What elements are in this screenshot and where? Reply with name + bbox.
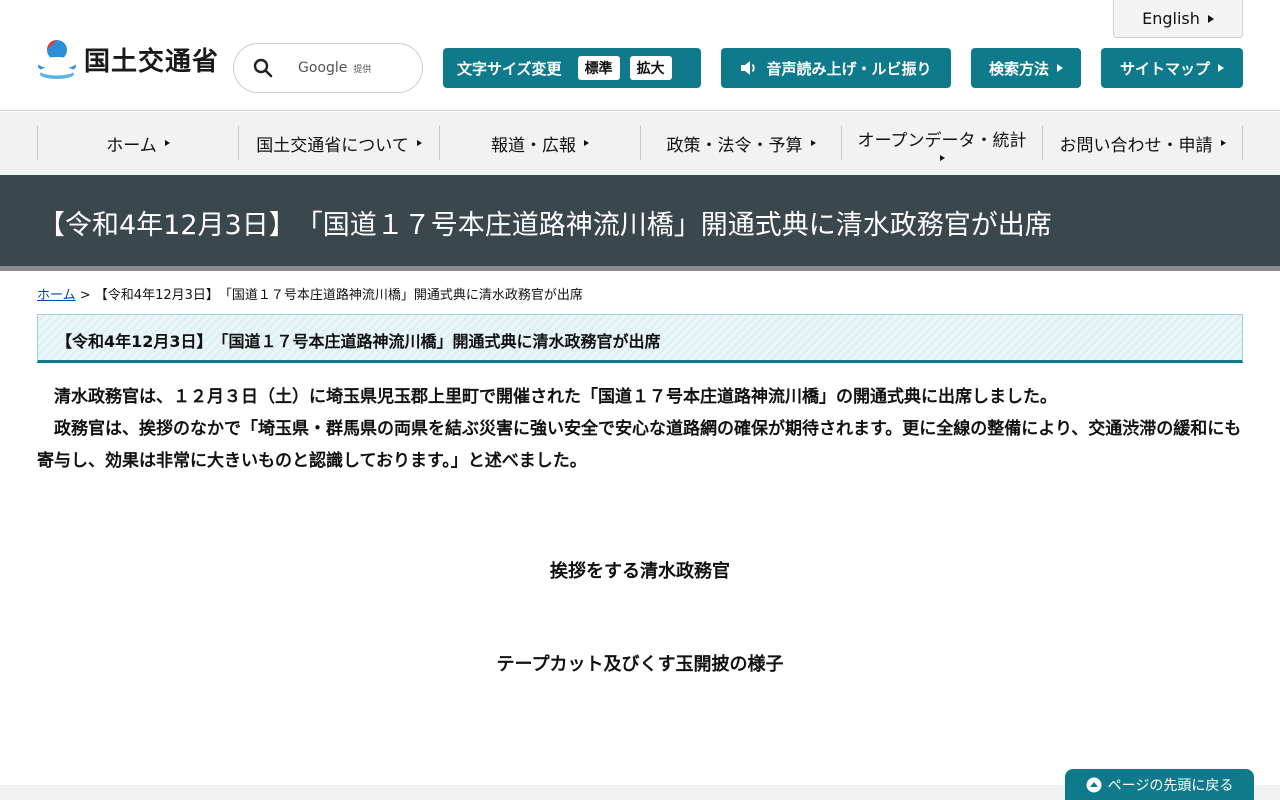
arrow-right-icon bbox=[416, 140, 422, 146]
search-icon[interactable] bbox=[252, 57, 274, 79]
nav-item-label: 報道・広報 bbox=[491, 135, 576, 156]
arrow-right-icon bbox=[1220, 140, 1226, 146]
nav-item-label: 政策・法令・予算 bbox=[666, 135, 803, 156]
article-paragraph: 清水政務官は、１２月３日（土）に埼玉県児玉郡上里町で開催された「国道１７号本庄道… bbox=[37, 387, 1057, 407]
article-body: 清水政務官は、１２月３日（土）に埼玉県児玉郡上里町で開催された「国道１７号本庄道… bbox=[37, 381, 1247, 477]
speaker-icon bbox=[741, 61, 756, 75]
article-paragraph: 政務官は、挨拶のなかで「埼玉県・群馬県の両県を結ぶ災害に強い安全で安心な道路網の… bbox=[37, 419, 1242, 471]
sitemap-label: サイトマップ bbox=[1119, 59, 1210, 78]
arrow-right-icon bbox=[1207, 14, 1214, 23]
font-size-standard-button[interactable]: 標準 bbox=[577, 56, 620, 80]
nav-item-open-data[interactable]: オープンデータ・統計 bbox=[841, 126, 1042, 161]
english-label: English bbox=[1142, 9, 1200, 28]
section-heading-box: 【令和4年12月3日】 「国道１７号本庄道路神流川橋」開通式典に清水政務官が出席 bbox=[37, 314, 1243, 363]
photo-caption: テープカット及びくす玉開披の様子 bbox=[496, 654, 784, 675]
arrow-right-icon bbox=[1057, 64, 1063, 72]
arrow-right-icon bbox=[584, 140, 589, 146]
breadcrumb: ホーム > 【令和4年12月3日】 「国道１７号本庄道路神流川橋」開通式典に清水… bbox=[37, 284, 583, 303]
breadcrumb-separator: > bbox=[75, 288, 95, 303]
logo-text: 国土交通省 bbox=[84, 46, 220, 77]
global-nav: ホーム 国土交通省について 報道・広報 政策・法令・予算 オープンデータ・統計 … bbox=[0, 112, 1280, 175]
font-size-enlarge-button[interactable]: 拡大 bbox=[629, 56, 672, 80]
speech-ruby-button[interactable]: 音声読み上げ・ルビ振り bbox=[721, 48, 951, 88]
section-heading: 【令和4年12月3日】 「国道１７号本庄道路神流川橋」開通式典に清水政務官が出席 bbox=[56, 332, 661, 351]
photo-caption: 挨拶をする清水政務官 bbox=[550, 561, 730, 582]
english-button[interactable]: English bbox=[1113, 0, 1243, 38]
site-logo[interactable]: 国土交通省 bbox=[36, 36, 219, 82]
nav-item-contact[interactable]: お問い合わせ・申請 bbox=[1042, 126, 1243, 160]
speech-ruby-label: 音声読み上げ・ルビ振り bbox=[766, 59, 932, 78]
nav-item-press[interactable]: 報道・広報 bbox=[439, 126, 640, 160]
search-method-button[interactable]: 検索方法 bbox=[971, 48, 1081, 88]
font-size-control: 文字サイズ変更 標準 拡大 bbox=[443, 48, 701, 88]
arrow-right-icon bbox=[810, 140, 816, 146]
search-provided-label: 提供 bbox=[353, 64, 372, 75]
breadcrumb-home-link[interactable]: ホーム bbox=[37, 288, 76, 303]
sitemap-button[interactable]: サイトマップ bbox=[1101, 48, 1243, 88]
nav-item-home[interactable]: ホーム bbox=[37, 126, 238, 160]
nav-item-policy[interactable]: 政策・法令・予算 bbox=[640, 126, 841, 160]
arrow-up-circle-icon bbox=[1086, 777, 1102, 792]
nav-item-label: お問い合わせ・申請 bbox=[1059, 135, 1213, 156]
mlit-logo-icon bbox=[38, 40, 76, 79]
back-to-top-label: ページの先頭に戻る bbox=[1107, 777, 1234, 794]
nav-item-label: オープンデータ・統計 bbox=[857, 130, 1027, 151]
search-box[interactable]: Google 提供 bbox=[233, 43, 423, 93]
nav-item-label: 国土交通省について bbox=[256, 135, 409, 156]
search-google-label: Google bbox=[298, 60, 348, 76]
site-header: 国土交通省 Google 提供 English 文字サイズ変更 標準 拡大 音声… bbox=[0, 0, 1280, 111]
arrow-right-icon bbox=[1218, 64, 1224, 72]
title-banner: 【令和4年12月3日】 「国道１７号本庄道路神流川橋」開通式典に清水政務官が出席 bbox=[0, 175, 1280, 271]
back-to-top-button[interactable]: ページの先頭に戻る bbox=[1065, 769, 1254, 800]
breadcrumb-current: 【令和4年12月3日】 「国道１７号本庄道路神流川橋」開通式典に清水政務官が出席 bbox=[94, 288, 583, 303]
arrow-right-icon bbox=[939, 154, 945, 161]
nav-item-label: ホーム bbox=[106, 135, 157, 156]
page-title: 【令和4年12月3日】 「国道１７号本庄道路神流川橋」開通式典に清水政務官が出席 bbox=[38, 210, 1052, 241]
search-method-label: 検索方法 bbox=[988, 59, 1049, 78]
arrow-right-icon bbox=[164, 140, 170, 146]
font-size-label: 文字サイズ変更 bbox=[457, 59, 562, 78]
nav-item-about[interactable]: 国土交通省について bbox=[238, 126, 439, 160]
